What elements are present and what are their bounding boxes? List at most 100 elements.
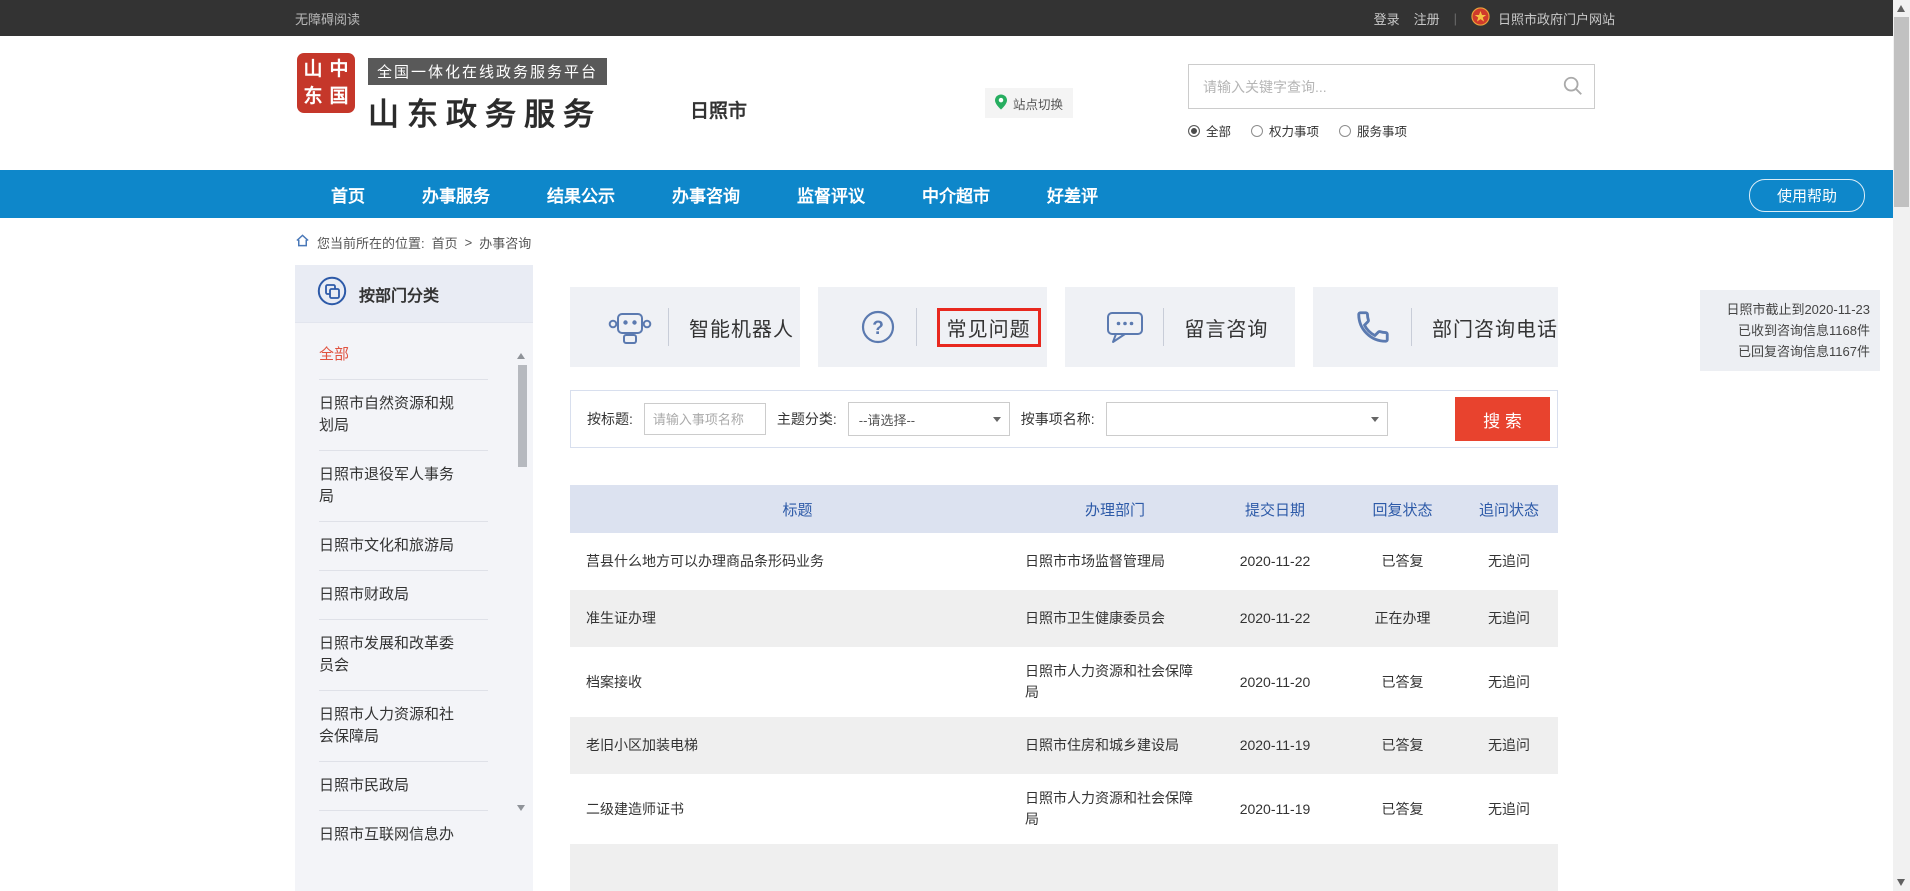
search-icon[interactable] [1562,75,1584,102]
item-name-select[interactable] [1106,402,1388,436]
topic-select[interactable]: --请选择-- [848,402,1010,436]
breadcrumb-home[interactable]: 首页 [432,233,458,252]
cell-title[interactable]: 档案接收 [570,672,1025,693]
site-logo[interactable]: 山中东国 全国一体化在线政务服务平台 山东政务服务 [297,53,607,134]
department-item[interactable]: 日照市互联网信息办 [319,811,488,859]
cell-title[interactable]: 准生证办理 [570,608,1025,629]
topic-filter-label: 主题分类: [777,409,837,429]
title-filter-input[interactable] [644,403,766,435]
sidebar-title: 按部门分类 [359,282,439,306]
cell-follow-status: 无追问 [1460,672,1558,693]
scroll-down-icon[interactable] [1897,879,1905,886]
phone-icon [1349,308,1397,346]
sidebar-scroll-up-icon[interactable] [517,353,525,359]
tab-faq[interactable]: ? 常见问题 [818,287,1048,367]
sidebar-header: 按部门分类 [295,265,533,323]
cell-date: 2020-11-19 [1205,799,1345,820]
nav-item[interactable]: 办事咨询 [672,182,740,207]
cell-title[interactable]: 二级建造师证书 [570,799,1025,820]
portal-name: 日照市政府门户网站 [1498,9,1615,28]
category-icon [317,276,347,311]
radio-icon [1188,125,1200,137]
department-list: 全部 日照市自然资源和规划局 日照市退役军人事务局 日照市文化和旅游局 日照市财… [295,323,533,859]
site-switch-button[interactable]: 站点切换 [985,88,1073,118]
breadcrumb-current[interactable]: 办事咨询 [479,233,531,252]
search-scope-radios: 全部 权力事项 服务事项 [1188,121,1595,140]
cell-dept: 日照市人力资源和社会保障局 [1025,661,1205,703]
keyword-search-input[interactable] [1188,64,1595,109]
seal-char: 国 [329,87,348,106]
cell-title[interactable]: 莒县什么地方可以办理商品条形码业务 [570,551,1025,572]
login-link[interactable]: 登录 [1374,9,1400,28]
col-header-reply: 回复状态 [1345,499,1460,520]
help-button[interactable]: 使用帮助 [1749,179,1865,212]
cell-date: 2020-11-20 [1205,672,1345,693]
department-item[interactable]: 日照市自然资源和规划局 [319,380,488,451]
tab-phone-consult[interactable]: 部门咨询电话 [1313,287,1558,367]
cell-reply-status: 已答复 [1345,799,1460,820]
nav-item[interactable]: 好差评 [1047,182,1098,207]
filter-search-button[interactable]: 搜 索 [1455,397,1550,441]
tab-label-message: 留言咨询 [1184,313,1268,342]
department-label: 日照市财政局 [319,584,465,606]
tab-label-smart-robot: 智能机器人 [689,313,794,342]
department-item[interactable]: 全部 [319,331,488,380]
consult-table: 标题 办理部门 提交日期 回复状态 追问状态 莒县什么地方可以办理商品条形码业务… [570,485,1558,891]
tab-divider [1163,308,1164,346]
main-panel: 智能机器人 ? 常见问题 [570,287,1558,891]
table-header-row: 标题 办理部门 提交日期 回复状态 追问状态 [570,485,1558,533]
table-row: 二级建造师证书 日照市人力资源和社会保障局 2020-11-19 已答复 无追问 [570,774,1558,844]
department-label: 日照市民政局 [319,775,465,797]
table-row-partial [570,844,1558,891]
col-header-follow: 追问状态 [1460,499,1558,520]
department-item[interactable]: 日照市文化和旅游局 [319,522,488,571]
tab-divider [1411,308,1412,346]
department-item[interactable]: 日照市退役军人事务局 [319,451,488,522]
sidebar-scroll-down-icon[interactable] [517,805,525,811]
nav-item[interactable]: 监督评议 [797,182,865,207]
page-scrollbar-thumb[interactable] [1894,17,1909,207]
col-header-date: 提交日期 [1205,499,1345,520]
nav-item[interactable]: 中介超市 [922,182,990,207]
consult-stats-box: 日照市截止到2020-11-23已收到咨询信息1168件已回复咨询信息1167件 [1700,290,1880,371]
cell-date: 2020-11-22 [1205,608,1345,629]
col-header-dept: 办理部门 [1025,499,1205,520]
tab-smart-robot[interactable]: 智能机器人 [570,287,800,367]
question-icon: ? [854,307,902,347]
portal-link[interactable]: 日照市政府门户网站 [1471,7,1615,29]
cell-dept: 日照市市场监督管理局 [1025,551,1205,572]
item-filter-label: 按事项名称: [1021,409,1095,429]
seal-char: 中 [329,60,348,79]
department-item[interactable]: 日照市民政局 [319,762,488,811]
register-link[interactable]: 注册 [1414,9,1440,28]
brand-title: 山东政务服务 [368,89,607,134]
tab-message-consult[interactable]: 留言咨询 [1065,287,1295,367]
title-filter-label: 按标题: [587,409,633,429]
nav-item[interactable]: 结果公示 [547,182,615,207]
breadcrumb-separator: > [465,235,473,250]
department-item[interactable]: 日照市财政局 [319,571,488,620]
stats-line: 已收到咨询信息1168件 [1710,320,1870,341]
breadcrumb-prefix: 您当前所在的位置: [317,233,425,252]
department-label: 日照市文化和旅游局 [319,535,465,557]
accessibility-link[interactable]: 无障碍阅读 [295,9,360,28]
search-scope-radio[interactable]: 服务事项 [1339,121,1407,140]
radio-label: 服务事项 [1357,121,1407,140]
search-scope-radio[interactable]: 权力事项 [1251,121,1319,140]
department-item[interactable]: 日照市人力资源和社会保障局 [319,691,488,762]
page-scrollbar[interactable] [1893,0,1910,891]
seal-char: 山 [303,60,322,79]
consult-tabs: 智能机器人 ? 常见问题 [570,287,1558,367]
scroll-up-icon[interactable] [1897,5,1905,12]
nav-item[interactable]: 办事服务 [422,182,490,207]
department-label: 全部 [319,344,465,366]
robot-icon [606,307,654,347]
col-header-title: 标题 [570,499,1025,520]
cell-dept: 日照市住房和城乡建设局 [1025,735,1205,756]
radio-label: 全部 [1206,121,1231,140]
nav-item[interactable]: 首页 [331,182,365,207]
search-scope-radio[interactable]: 全部 [1188,121,1231,140]
department-item[interactable]: 日照市发展和改革委员会 [319,620,488,691]
sidebar-scrollbar-thumb[interactable] [518,365,527,467]
cell-title[interactable]: 老旧小区加装电梯 [570,735,1025,756]
